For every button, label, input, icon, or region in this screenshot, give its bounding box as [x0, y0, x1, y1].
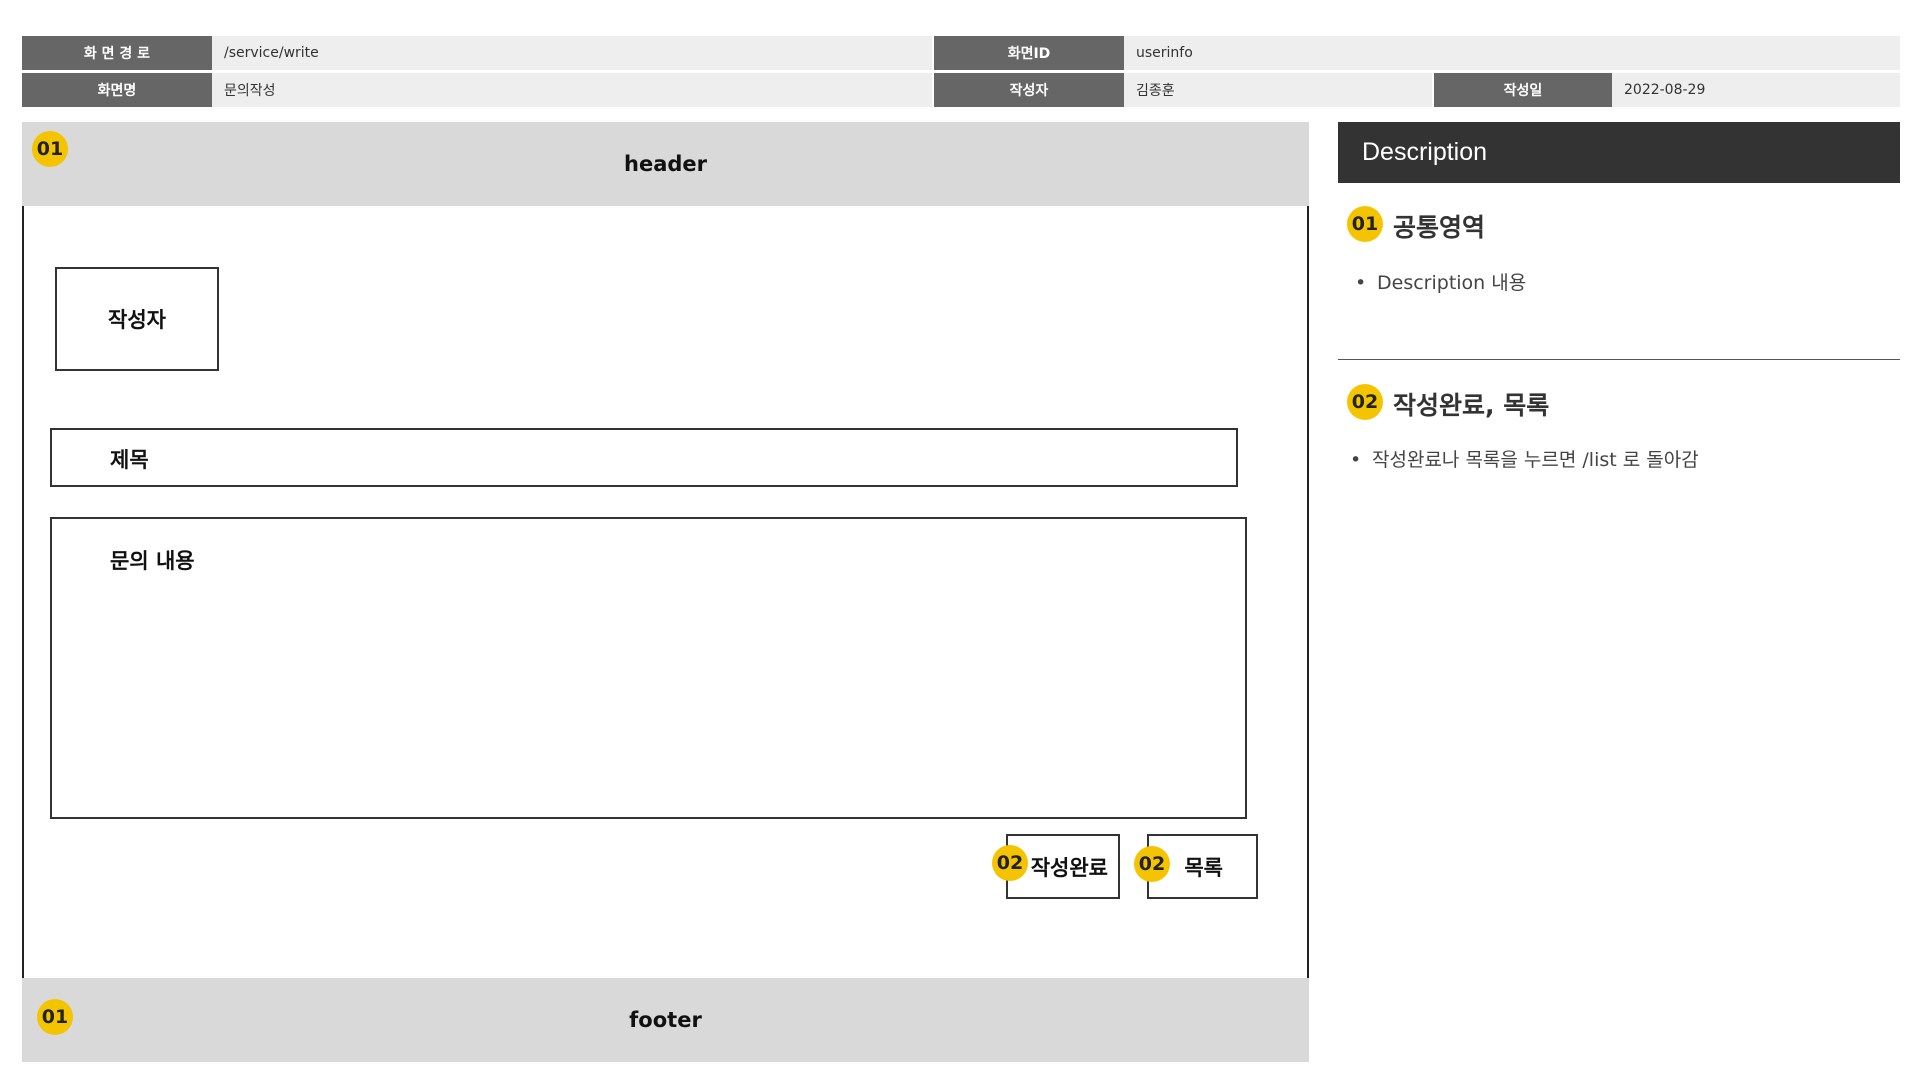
title-field[interactable]: 제목 — [50, 428, 1238, 487]
footer-label: footer — [629, 1008, 702, 1032]
section-2-bullet: • 작성완료나 목록을 누르면 /list 로 돌아감 — [1350, 445, 1699, 472]
list-button-label: 목록 — [1184, 855, 1223, 880]
screen-path-value: /service/write — [212, 36, 932, 70]
bullet-dot: • — [1350, 449, 1362, 471]
section-1-heading: 공통영역 — [1393, 213, 1486, 242]
section-2-heading: 작성완료, 목록 — [1393, 391, 1550, 420]
badge-list: 02 — [1134, 846, 1170, 882]
screen-name-label: 화면명 — [22, 73, 212, 107]
content-field-label: 문의 내용 — [110, 549, 195, 573]
badge-submit: 02 — [992, 845, 1028, 881]
section-1-bullet-text: Description 내용 — [1377, 272, 1527, 294]
author-value: 김종훈 — [1124, 73, 1432, 107]
section-divider — [1338, 359, 1900, 360]
frame-left-border — [22, 206, 24, 978]
date-label: 작성일 — [1434, 73, 1612, 107]
author-box-label: 작성자 — [108, 308, 166, 332]
frame-right-border — [1307, 206, 1309, 978]
description-header: Description — [1338, 122, 1900, 183]
screen-id-label: 화면ID — [934, 36, 1124, 70]
screen-name-value: 문의작성 — [212, 73, 932, 107]
section-1-bullet: • Description 내용 — [1355, 268, 1526, 295]
footer-area: footer — [22, 978, 1309, 1062]
badge-footer: 01 — [37, 999, 73, 1035]
bullet-dot: • — [1355, 272, 1367, 294]
description-title: Description — [1362, 138, 1488, 166]
badge-section-1: 01 — [1347, 206, 1383, 242]
section-2-bullet-text: 작성완료나 목록을 누르면 /list 로 돌아감 — [1372, 449, 1699, 471]
title-field-label: 제목 — [110, 448, 149, 472]
date-value: 2022-08-29 — [1612, 73, 1900, 107]
submit-button-label: 작성완료 — [1030, 855, 1108, 880]
badge-section-2: 02 — [1347, 384, 1383, 420]
badge-header: 01 — [32, 131, 68, 167]
content-field[interactable]: 문의 내용 — [50, 517, 1247, 819]
screen-id-value: userinfo — [1124, 36, 1900, 70]
header-area: header — [22, 122, 1309, 206]
header-label: header — [624, 152, 707, 176]
author-box: 작성자 — [55, 267, 219, 371]
screen-path-label: 화 면 경 로 — [22, 36, 212, 70]
author-label: 작성자 — [934, 73, 1124, 107]
